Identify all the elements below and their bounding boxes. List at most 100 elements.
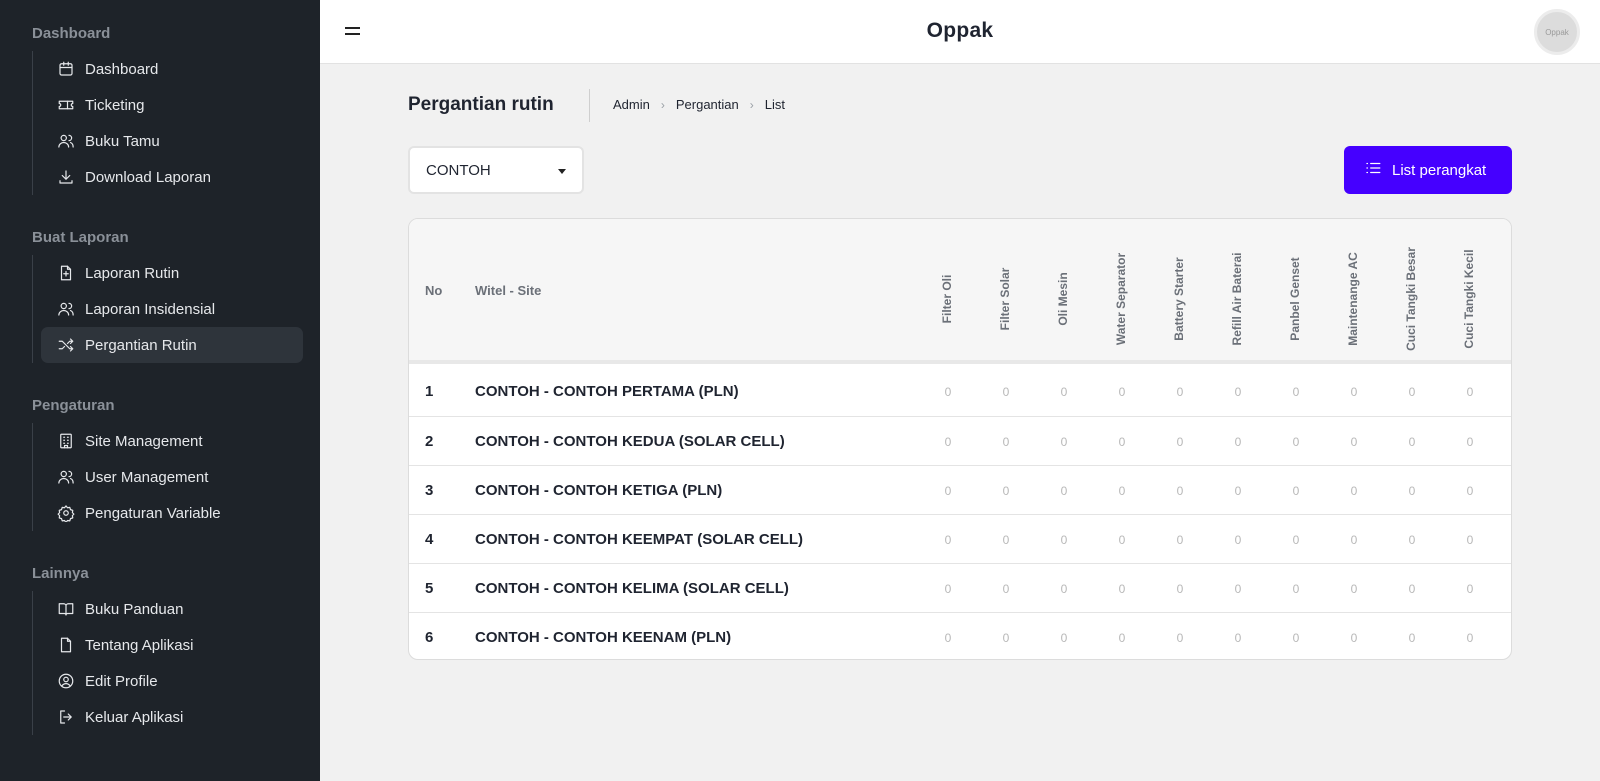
row-value-cell: 0 bbox=[944, 484, 952, 498]
row-value-cell: 0 bbox=[1466, 582, 1474, 596]
column-header-oli-mesin: Oli Mesin bbox=[1056, 272, 1070, 326]
sidebar-item-laporan-insidensial[interactable]: Laporan Insidensial bbox=[41, 291, 303, 327]
nav-group-buat-laporan: Laporan Rutin Laporan Insidensial Pergan… bbox=[32, 255, 303, 363]
row-value-cell: 0 bbox=[1002, 484, 1010, 498]
sidebar-item-label: Tentang Aplikasi bbox=[85, 636, 194, 654]
sidebar-item-download-laporan[interactable]: Download Laporan bbox=[41, 159, 303, 195]
breadcrumb-pergantian[interactable]: Pergantian bbox=[676, 97, 739, 112]
witel-select[interactable]: CONTOH bbox=[408, 146, 584, 194]
row-value-cell: 0 bbox=[1118, 484, 1126, 498]
table-row[interactable]: 6 CONTOH - CONTOH KEENAM (PLN) 0 0 0 0 0 0 0 0 0 0 bbox=[409, 612, 1511, 659]
row-site-name: CONTOH - CONTOH KEDUA (SOLAR CELL) bbox=[475, 433, 785, 450]
sidebar-item-edit-profile[interactable]: Edit Profile bbox=[41, 663, 303, 699]
table-row[interactable]: 2 CONTOH - CONTOH KEDUA (SOLAR CELL) 0 0 0 0 0… bbox=[409, 416, 1511, 465]
row-site-name: CONTOH - CONTOH KELIMA (SOLAR CELL) bbox=[475, 580, 789, 597]
user-circle-icon bbox=[57, 672, 75, 690]
sidebar-item-laporan-rutin[interactable]: Laporan Rutin bbox=[41, 255, 303, 291]
row-value-cell: 0 bbox=[1292, 484, 1300, 498]
row-value-cell: 0 bbox=[1176, 631, 1184, 645]
list-perangkat-button[interactable]: List perangkat bbox=[1344, 146, 1512, 194]
chevron-right-icon: › bbox=[749, 97, 754, 112]
file-icon bbox=[57, 636, 75, 654]
avatar[interactable]: Oppak bbox=[1534, 9, 1580, 55]
sidebar-item-ticketing[interactable]: Ticketing bbox=[41, 87, 303, 123]
sidebar-item-label: Laporan Insidensial bbox=[85, 300, 216, 318]
sidebar-item-label: Dashboard bbox=[85, 60, 159, 78]
row-value-cell: 0 bbox=[1466, 435, 1474, 449]
column-header-filter-solar: Filter Solar bbox=[998, 267, 1012, 331]
row-value-cell: 0 bbox=[1118, 631, 1126, 645]
row-value-cell: 0 bbox=[1234, 484, 1242, 498]
sidebar-item-label: Pergantian Rutin bbox=[85, 336, 197, 354]
users-icon bbox=[57, 468, 75, 486]
table-row[interactable]: 3 CONTOH - CONTOH KETIGA (PLN) 0 0 0 0 0 0 0 0 0 0 bbox=[409, 465, 1511, 514]
sidebar-item-user-management[interactable]: User Management bbox=[41, 459, 303, 495]
sidebar-item-keluar-aplikasi[interactable]: Keluar Aplikasi bbox=[41, 699, 303, 735]
page-title: Pergantian rutin bbox=[408, 94, 554, 115]
sidebar-item-site-management[interactable]: Site Management bbox=[41, 423, 303, 459]
row-value-cell: 0 bbox=[1234, 631, 1242, 645]
row-value-cell: 0 bbox=[1466, 533, 1474, 547]
row-value-cell: 0 bbox=[1234, 582, 1242, 596]
row-value-cell: 0 bbox=[1350, 582, 1358, 596]
table-header: No Witel - Site Filter Oli Filter Solar … bbox=[409, 219, 1511, 364]
sidebar-item-label: Ticketing bbox=[85, 96, 145, 114]
row-value-cell: 0 bbox=[1466, 631, 1474, 645]
sidebar-item-pergantian-rutin[interactable]: Pergantian Rutin bbox=[41, 327, 303, 363]
sidebar-item-label: Buku Panduan bbox=[85, 600, 184, 618]
row-value-cell: 0 bbox=[1408, 435, 1416, 449]
nav-group-lainnya: Buku Panduan Tentang Aplikasi Edit Profi… bbox=[32, 591, 302, 735]
row-number: 6 bbox=[425, 629, 434, 646]
column-header-filter-oli: Filter Oli bbox=[940, 274, 954, 324]
breadcrumb: Admin › Pergantian › List bbox=[613, 97, 785, 112]
row-number: 3 bbox=[425, 482, 434, 499]
row-site-name: CONTOH - CONTOH KEEMPAT (SOLAR CELL) bbox=[475, 531, 804, 548]
row-value-cell: 0 bbox=[1060, 631, 1068, 645]
breadcrumb-list: List bbox=[764, 97, 785, 112]
sidebar-item-dashboard[interactable]: Dashboard bbox=[41, 51, 303, 87]
chevron-right-icon: › bbox=[660, 97, 665, 112]
users-icon bbox=[57, 300, 75, 318]
row-site-name: CONTOH - CONTOH KEENAM (PLN) bbox=[475, 629, 732, 646]
column-header-panbel-genset: Panbel Genset bbox=[1288, 257, 1302, 341]
sidebar-item-label: Keluar Aplikasi bbox=[85, 708, 184, 726]
logout-icon bbox=[57, 708, 75, 726]
row-value-cell: 0 bbox=[1002, 582, 1010, 596]
sidebar-item-label: User Management bbox=[85, 468, 209, 486]
row-value-cell: 0 bbox=[944, 385, 952, 399]
app-title: Oppak bbox=[926, 19, 994, 42]
row-value-cell: 0 bbox=[1408, 582, 1416, 596]
row-value-cell: 0 bbox=[1060, 582, 1068, 596]
sidebar-item-buku-panduan[interactable]: Buku Panduan bbox=[41, 591, 303, 627]
witel-select-value: CONTOH bbox=[426, 161, 491, 179]
sidebar-item-buku-tamu[interactable]: Buku Tamu bbox=[41, 123, 303, 159]
list-perangkat-label: List perangkat bbox=[1392, 161, 1487, 179]
row-value-cell: 0 bbox=[1118, 385, 1126, 399]
table-row[interactable]: 4 CONTOH - CONTOH KEEMPAT (SOLAR CELL) 0 0 0… bbox=[409, 514, 1511, 563]
row-site-name: CONTOH - CONTOH PERTAMA (PLN) bbox=[475, 383, 739, 400]
column-header-site: Witel - Site bbox=[475, 283, 542, 298]
users-icon bbox=[57, 132, 75, 150]
table-row[interactable]: 1 CONTOH - CONTOH PERTAMA (PLN) 0 0 0 0 0 0 0 0 0 0 bbox=[409, 367, 1511, 416]
row-value-cell: 0 bbox=[1292, 435, 1300, 449]
row-value-cell: 0 bbox=[1408, 484, 1416, 498]
row-number: 5 bbox=[425, 580, 434, 597]
row-value-cell: 0 bbox=[1234, 533, 1242, 547]
title-divider bbox=[589, 89, 590, 122]
table-row[interactable]: 5 CONTOH - CONTOH KELIMA (SOLAR CELL) 0 0 0 0… bbox=[409, 563, 1511, 612]
sidebar-item-pengaturan-variable[interactable]: Pengaturan Variable bbox=[41, 495, 303, 531]
calendar-icon bbox=[57, 60, 75, 78]
book-icon bbox=[57, 600, 75, 618]
row-value-cell: 0 bbox=[1292, 533, 1300, 547]
row-value-cell: 0 bbox=[1002, 435, 1010, 449]
row-number: 1 bbox=[425, 383, 434, 400]
row-value-cell: 0 bbox=[1176, 385, 1184, 399]
breadcrumb-admin[interactable]: Admin bbox=[613, 97, 650, 112]
row-value-cell: 0 bbox=[944, 631, 952, 645]
sidebar-item-tentang-aplikasi[interactable]: Tentang Aplikasi bbox=[41, 627, 303, 663]
row-value-cell: 0 bbox=[1292, 631, 1300, 645]
column-header-refill-air-baterai: Refill Air Baterai bbox=[1230, 252, 1244, 346]
column-header-water-separator: Water Separator bbox=[1114, 252, 1128, 346]
pergantian-table: No Witel - Site Filter Oli Filter Solar … bbox=[408, 218, 1512, 660]
section-title-buat-laporan: Buat Laporan bbox=[32, 229, 129, 246]
